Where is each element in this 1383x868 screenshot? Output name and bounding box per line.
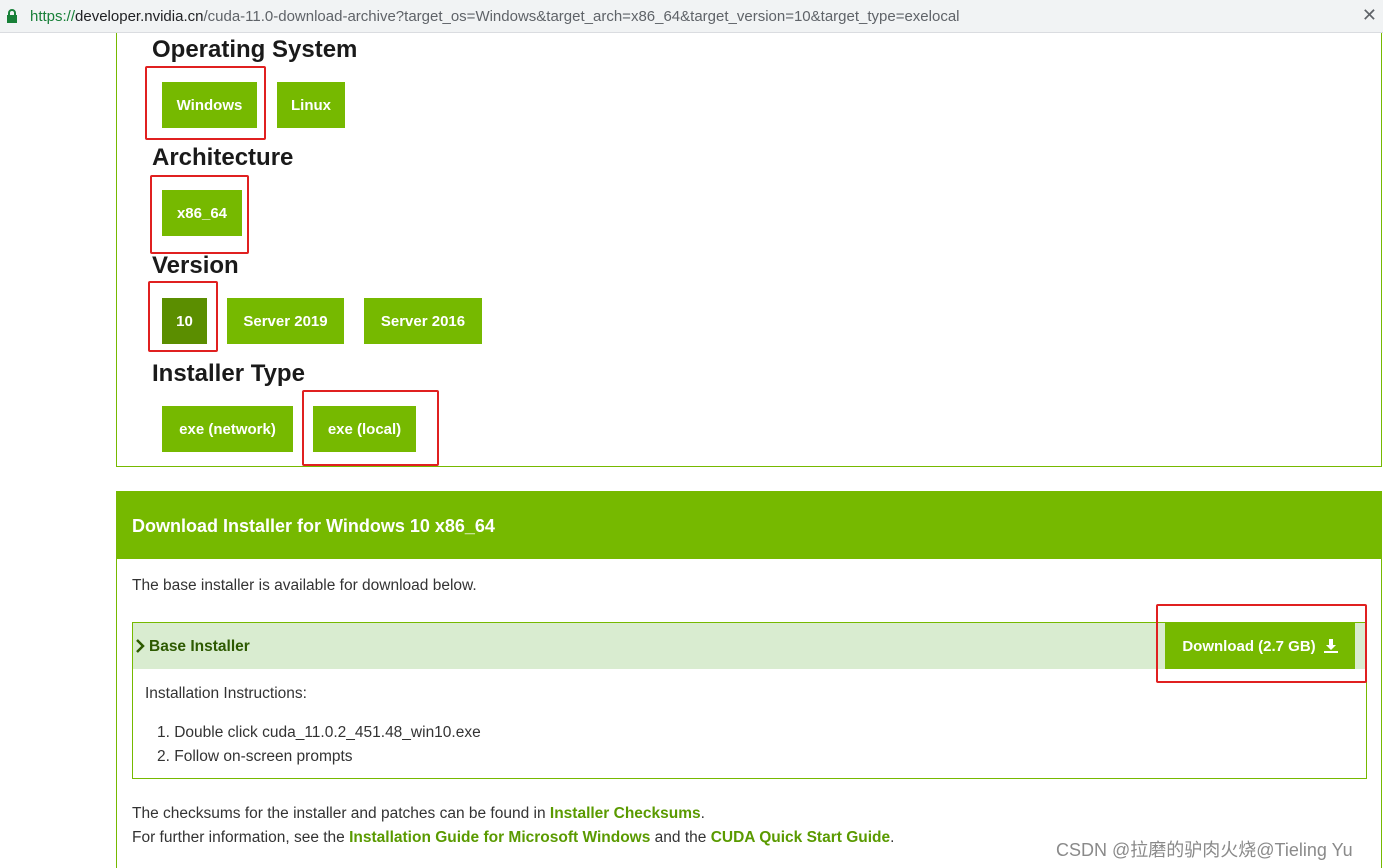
- watermark: CSDN @拉磨的驴肉火烧@Tieling Yu: [1056, 840, 1353, 860]
- url-protocol: https://: [30, 8, 76, 25]
- url-path: /cuda-11.0-download-archive?target_os=Wi…: [203, 8, 960, 25]
- close-icon[interactable]: ✕: [1362, 5, 1377, 25]
- version-title: Version: [152, 252, 239, 279]
- os-option-linux[interactable]: Linux: [277, 82, 345, 128]
- download-header-title: Download Installer for Windows 10 x86_64: [132, 516, 495, 536]
- base-installer-note: The base installer is available for down…: [132, 577, 477, 594]
- url-text[interactable]: https://developer.nvidia.cn/cuda-11.0-do…: [30, 8, 960, 25]
- highlight-box-version: [148, 281, 218, 352]
- installation-guide-link[interactable]: Installation Guide for Microsoft Windows: [349, 829, 650, 846]
- highlight-box-download: [1156, 604, 1367, 683]
- os-title: Operating System: [152, 36, 358, 63]
- further-text: For further information, see the: [132, 829, 350, 846]
- instruction-step: 1. Double click cuda_11.0.2_451.48_win10…: [157, 724, 481, 741]
- highlight-box-arch: [150, 175, 249, 254]
- installer-option-network[interactable]: exe (network): [162, 406, 293, 452]
- further-info-note: For further information, see the Install…: [132, 829, 894, 847]
- base-installer-label: Base Installer: [149, 638, 250, 655]
- highlight-box-os: [145, 66, 266, 140]
- further-text-mid: and the: [650, 829, 711, 846]
- highlight-box-installer: [302, 390, 439, 466]
- instruction-step-text: Double click cuda_11.0.2_451.48_win10.ex…: [174, 724, 481, 741]
- checksum-text: The checksums for the installer and patc…: [132, 805, 550, 822]
- download-header: Download Installer for Windows 10 x86_64: [117, 492, 1381, 559]
- lock-icon: [7, 9, 17, 23]
- chevron-right-icon: [136, 639, 145, 653]
- quick-start-guide-link[interactable]: CUDA Quick Start Guide: [711, 829, 890, 846]
- instructions-list: 1. Double click cuda_11.0.2_451.48_win10…: [157, 721, 481, 769]
- version-option-server-2019[interactable]: Server 2019: [227, 298, 344, 344]
- instructions-title: Installation Instructions:: [145, 685, 307, 702]
- address-bar[interactable]: https://developer.nvidia.cn/cuda-11.0-do…: [0, 0, 1383, 33]
- instruction-step: 2. Follow on-screen prompts: [157, 748, 353, 765]
- arch-title: Architecture: [152, 144, 294, 171]
- checksum-note: The checksums for the installer and patc…: [132, 805, 705, 823]
- url-host: developer.nvidia.cn: [75, 8, 204, 25]
- further-period: .: [890, 829, 895, 846]
- installer-checksums-link[interactable]: Installer Checksums: [550, 805, 701, 822]
- instruction-step-text: Follow on-screen prompts: [174, 748, 353, 765]
- version-option-server-2016[interactable]: Server 2016: [364, 298, 482, 344]
- installer-type-title: Installer Type: [152, 360, 305, 387]
- checksum-period: .: [700, 805, 705, 822]
